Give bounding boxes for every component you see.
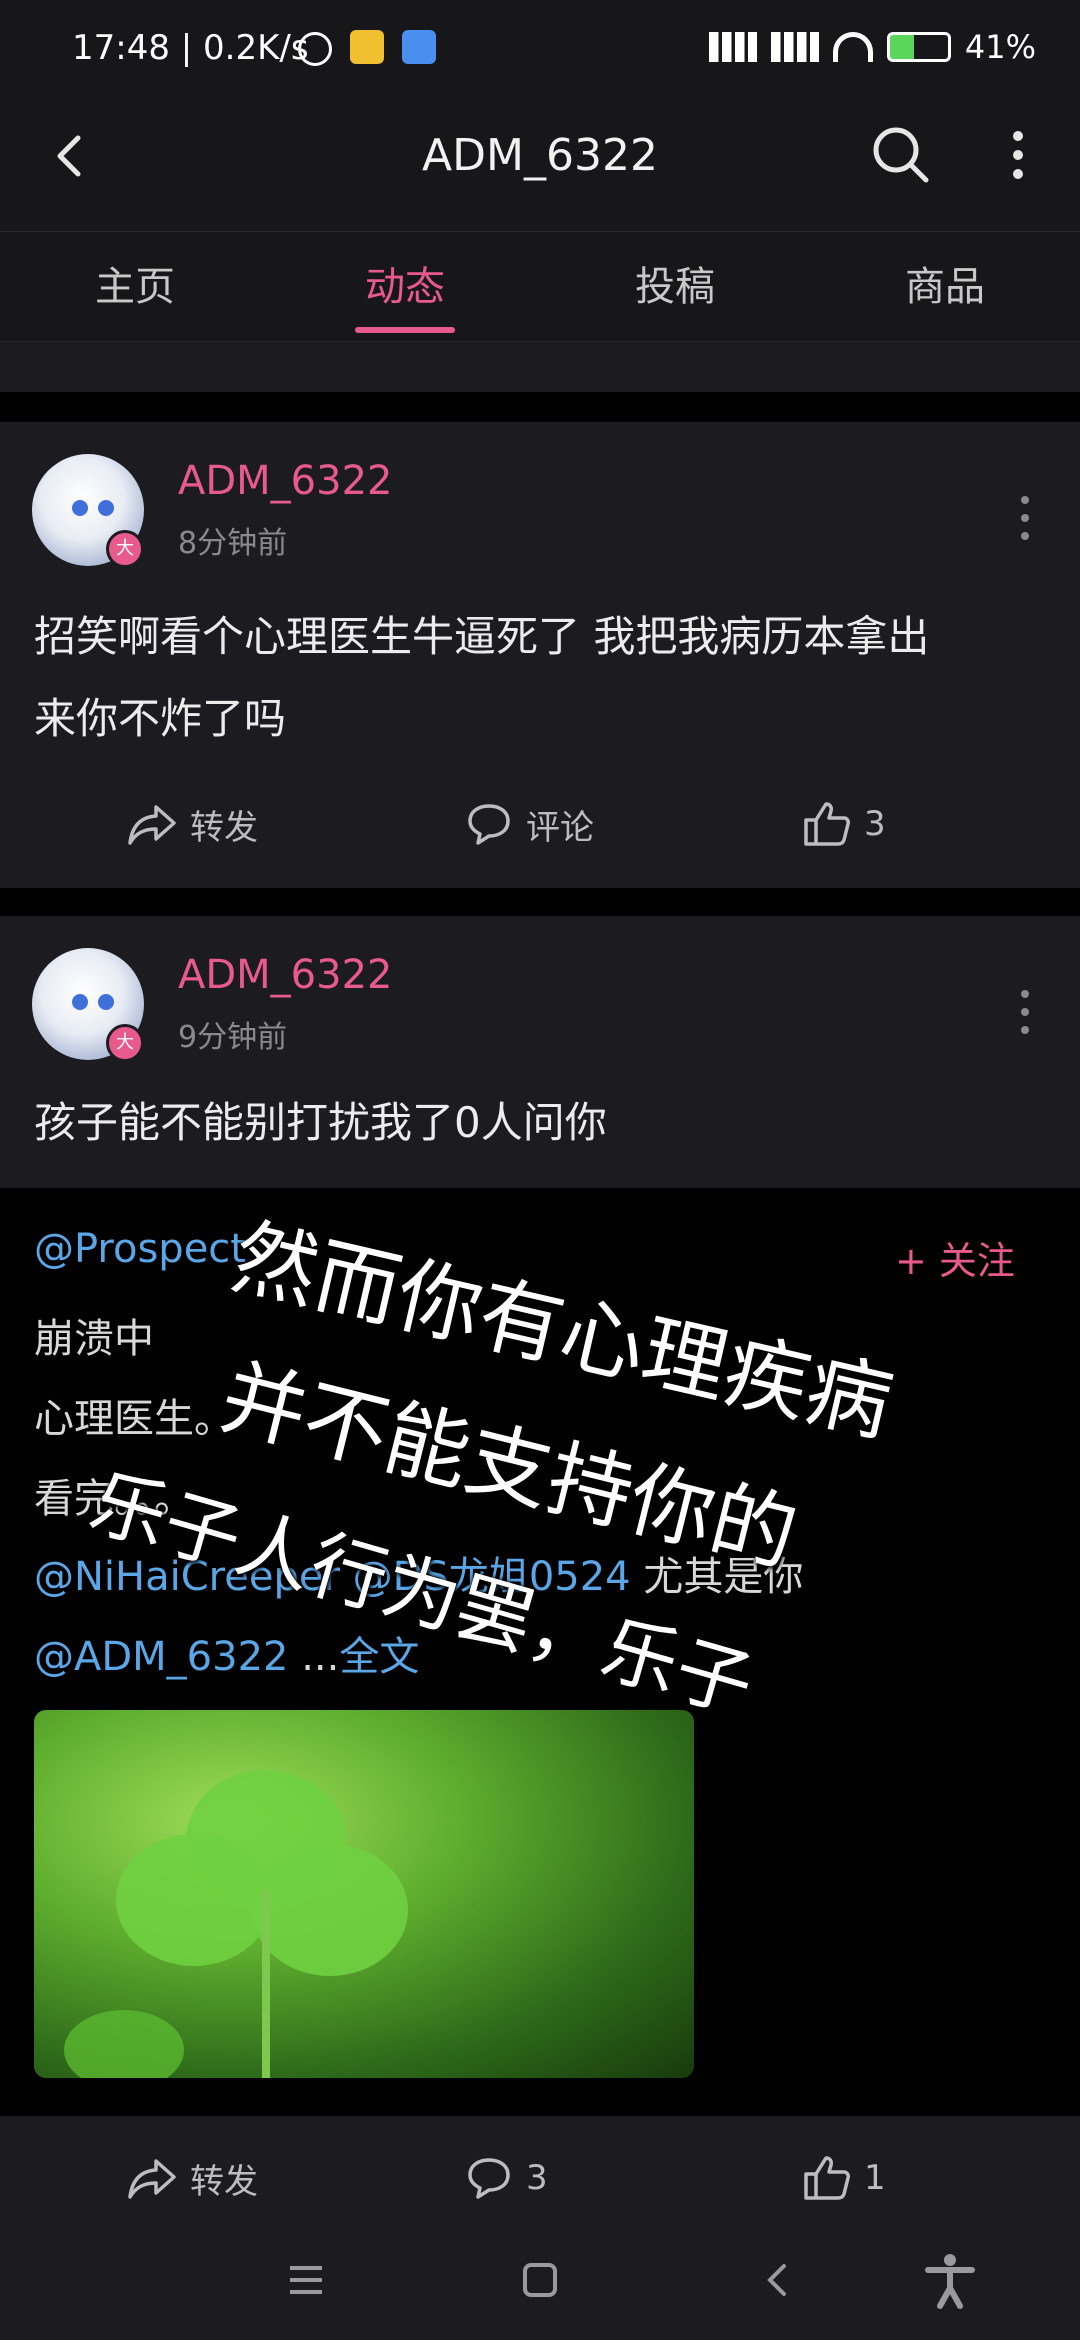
tab-submissions[interactable]: 投稿 bbox=[540, 232, 810, 341]
share-icon bbox=[128, 805, 176, 845]
post-time: 8分钟前 bbox=[178, 526, 288, 561]
tab-dynamics[interactable]: 动态 bbox=[270, 232, 540, 341]
avatar-eye bbox=[98, 994, 114, 1010]
tab-home[interactable]: 主页 bbox=[0, 232, 270, 341]
search-icon[interactable] bbox=[868, 122, 934, 188]
more-vertical-icon[interactable] bbox=[1010, 488, 1040, 548]
post-card[interactable]: 大 ADM_6322 9分钟前 孩子能不能别打扰我了0人问你 bbox=[0, 916, 1080, 1188]
like-count: 3 bbox=[864, 804, 886, 844]
vip-badge: 大 bbox=[106, 1024, 144, 1062]
status-bar: 17:48 | 0.2K/s 41% bbox=[0, 0, 1080, 96]
post-content-line: 招笑啊看个心理医生牛逼死了 我把我病历本拿出 bbox=[34, 612, 930, 661]
comment-label: 评论 bbox=[526, 807, 594, 848]
tab-bar: 主页 动态 投稿 商品 bbox=[0, 232, 1080, 342]
mention-link[interactable]: @ADM_6322 bbox=[34, 1634, 288, 1680]
comment-count: 3 bbox=[526, 2158, 548, 2198]
signal-icon bbox=[708, 32, 757, 62]
avatar-eye bbox=[98, 500, 114, 516]
avatar-eye bbox=[72, 994, 88, 1010]
thumbs-up-icon bbox=[804, 2156, 850, 2200]
repost-text-line: 崩溃中 bbox=[34, 1316, 154, 1362]
vip-badge: 大 bbox=[106, 530, 144, 568]
thumbs-up-icon bbox=[804, 802, 850, 846]
accessibility-icon[interactable] bbox=[920, 2250, 980, 2310]
menu-icon[interactable] bbox=[276, 2250, 336, 2310]
alarm-icon bbox=[298, 32, 332, 66]
clover-image[interactable] bbox=[34, 1710, 694, 2078]
share-label: 转发 bbox=[190, 807, 258, 848]
post-username[interactable]: ADM_6322 bbox=[178, 458, 392, 504]
follow-button[interactable]: + 关注 bbox=[895, 1230, 1015, 1285]
post-content: 招笑啊看个心理医生牛逼死了 我把我病历本拿出 来你不炸了吗 bbox=[34, 596, 1044, 760]
post-actions: 转发 评论 3 bbox=[0, 784, 1080, 864]
comment-icon bbox=[468, 804, 510, 845]
system-nav-bar bbox=[0, 2220, 1080, 2340]
wifi-icon bbox=[832, 32, 873, 62]
comment-button[interactable]: 3 bbox=[464, 2138, 548, 2218]
comment-button[interactable]: 评论 bbox=[464, 784, 594, 864]
like-count: 1 bbox=[864, 2158, 886, 2198]
ellipsis: ... bbox=[288, 1634, 340, 1680]
post-time: 9分钟前 bbox=[178, 1020, 288, 1055]
status-right: 41% bbox=[708, 28, 1036, 66]
repost-author[interactable]: @Prospect bbox=[34, 1226, 246, 1272]
share-button[interactable]: 转发 bbox=[126, 2138, 258, 2218]
avatar-eye bbox=[72, 500, 88, 516]
like-button[interactable]: 1 bbox=[802, 2138, 886, 2218]
post-content: 孩子能不能别打扰我了0人问你 bbox=[34, 1098, 607, 1147]
back-icon[interactable] bbox=[748, 2250, 808, 2310]
more-vertical-icon[interactable] bbox=[1010, 982, 1040, 1042]
post-card[interactable]: 大 ADM_6322 8分钟前 招笑啊看个心理医生牛逼死了 我把我病历本拿出 来… bbox=[0, 422, 1080, 888]
share-label: 转发 bbox=[190, 2161, 258, 2202]
post-actions: 转发 3 1 bbox=[0, 2138, 1080, 2218]
clover-leaf-shape bbox=[64, 1770, 408, 2078]
signal-icon-2 bbox=[770, 32, 819, 62]
battery-percent: 41% bbox=[964, 28, 1036, 66]
mention-link[interactable]: @Prospect bbox=[34, 1226, 246, 1272]
post-content-line: 来你不炸了吗 bbox=[34, 694, 287, 743]
repost-mentions-line: @ADM_6322 ...全文 bbox=[34, 1624, 419, 1682]
battery-icon bbox=[886, 32, 951, 62]
more-vertical-icon[interactable] bbox=[1000, 122, 1036, 188]
header: ADM_6322 bbox=[0, 96, 1080, 232]
status-time: 17:48 | 0.2K/s bbox=[72, 28, 309, 68]
tab-products[interactable]: 商品 bbox=[810, 232, 1080, 341]
home-square-icon[interactable] bbox=[510, 2250, 570, 2310]
post-username[interactable]: ADM_6322 bbox=[178, 952, 392, 998]
repost-text-line: 心理医生。 bbox=[34, 1396, 234, 1442]
read-more-link[interactable]: 全文 bbox=[339, 1634, 419, 1680]
mail-icon bbox=[402, 30, 436, 64]
previous-card-peek bbox=[0, 342, 1080, 392]
like-button[interactable]: 3 bbox=[802, 784, 886, 864]
qq-icon bbox=[350, 30, 384, 64]
share-button[interactable]: 转发 bbox=[126, 784, 258, 864]
share-icon bbox=[128, 2159, 176, 2199]
comment-icon bbox=[468, 2158, 510, 2199]
